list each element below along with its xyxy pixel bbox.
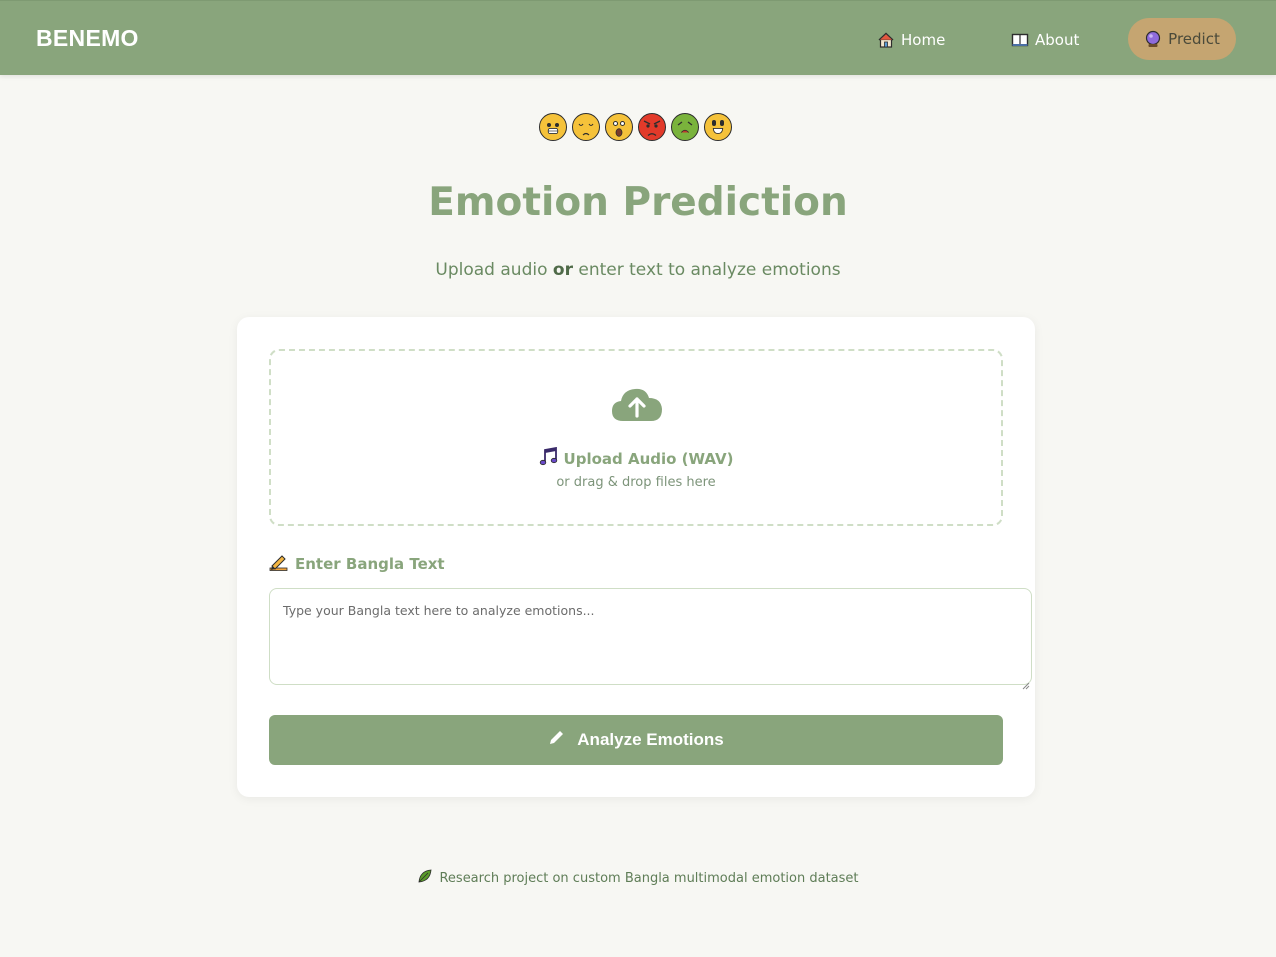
upload-audio-text: Upload Audio (WAV) [563,449,734,468]
nav-about-link[interactable]: About [1011,29,1079,51]
pencil-icon [548,729,565,751]
nav-predict-label: Predict [1168,30,1220,48]
grinning-face-icon [539,113,567,141]
nauseated-face-icon [671,113,699,141]
angry-face-icon [638,113,666,141]
audio-dropzone[interactable]: Upload Audio (WAV) or drag & drop files … [269,349,1003,526]
analyze-emotions-label: Analyze Emotions [577,730,724,749]
analyze-emotions-button[interactable]: Analyze Emotions [269,715,1003,765]
brand-logo[interactable]: BENEMO [36,25,139,52]
music-note-icon [539,446,558,470]
subtitle-text-start: Upload audio [435,260,553,280]
surprised-face-icon [605,113,633,141]
nav-home-label: Home [901,31,946,49]
nav-about-label: About [1035,31,1080,49]
happy-face-icon [704,113,732,141]
nav-home-link[interactable]: Home [877,29,945,51]
subtitle-emphasis: or [552,260,573,280]
bangla-text-input[interactable] [269,588,1032,685]
footer: Research project on custom Bangla multim… [0,868,1276,888]
house-icon [877,31,895,49]
emoji-row [539,113,737,143]
bangla-text-label: Enter Bangla Text [269,554,445,574]
crystal-ball-icon [1144,30,1162,48]
cloud-upload-icon [611,385,663,423]
subtitle-text-end: enter text to analyze emotions [572,260,841,280]
page-subtitle: Upload audio or enter text to analyze em… [0,260,1276,280]
nav-predict-link[interactable]: Predict [1128,18,1236,60]
book-icon [1011,31,1029,49]
prediction-card: Upload Audio (WAV) or drag & drop files … [237,317,1035,797]
page-title: Emotion Prediction [428,180,848,225]
drop-hint: or drag & drop files here [556,475,716,490]
footer-text: Research project on custom Bangla multim… [439,870,859,886]
navbar: BENEMO Home About Predict [0,0,1276,75]
resize-grip-icon[interactable] [1022,675,1030,690]
bangla-text-label-text: Enter Bangla Text [295,555,445,573]
writing-hand-icon [269,553,288,576]
upload-audio-label[interactable]: Upload Audio (WAV) [271,446,1001,470]
leaf-icon [417,868,433,888]
sad-face-icon [572,113,600,141]
